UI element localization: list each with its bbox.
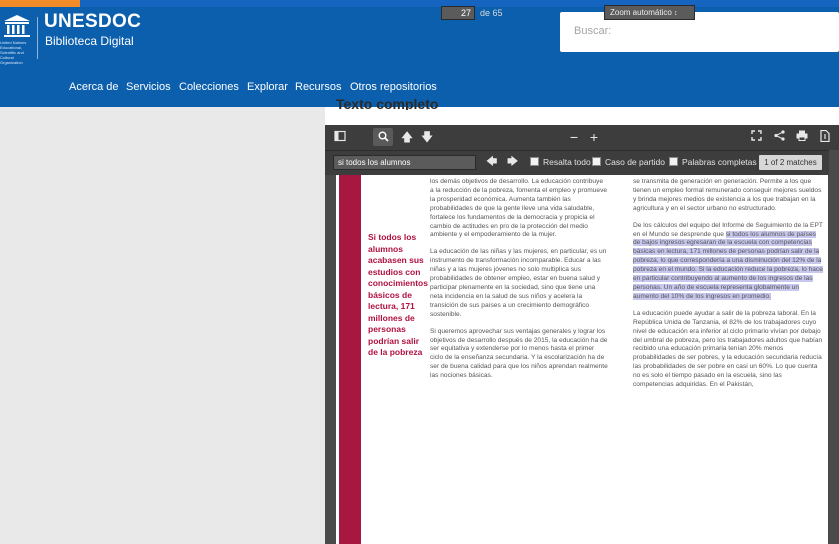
accent-bar — [0, 0, 80, 7]
search-placeholder: Buscar: — [574, 25, 612, 37]
nav-item-acerca[interactable]: Acerca de — [69, 81, 119, 93]
find-input[interactable]: si todos los alumnos — [333, 155, 476, 170]
share-icon[interactable] — [772, 130, 786, 144]
match-case-label: Caso de partido — [605, 157, 666, 167]
page-count: de 65 — [480, 8, 503, 18]
search-input[interactable]: Buscar: — [560, 12, 839, 52]
unesco-temple-icon — [4, 15, 30, 37]
page-color-stripe-lower — [339, 175, 361, 544]
brand-title[interactable]: UNESDOC — [44, 11, 141, 33]
download-icon[interactable] — [818, 129, 832, 144]
plus-icon[interactable]: + — [587, 130, 601, 144]
pull-quote: Si todos los alumnos acabasen sus estudi… — [368, 232, 428, 357]
search-icon[interactable] — [373, 128, 393, 146]
paragraph: La educación de las niñas y las mujeres,… — [430, 248, 607, 318]
highlight-all-label: Resalta todo — [543, 157, 591, 167]
left-panel — [0, 107, 325, 544]
nav-item-colecciones[interactable]: Colecciones — [179, 81, 239, 93]
brand-subtitle: Biblioteca Digital — [45, 34, 134, 48]
pdf-toolbar: 🡅 🡇 − + — [325, 125, 839, 150]
find-match-count: 1 of 2 matches — [759, 155, 822, 170]
text-column-2: se transmita de generación en generación… — [633, 178, 823, 398]
page-number-input[interactable]: 27 — [441, 6, 475, 20]
arrow-up-icon[interactable]: 🡅 — [400, 130, 414, 144]
paragraph: se transmita de generación en generación… — [633, 178, 822, 212]
match-case-checkbox[interactable] — [592, 157, 601, 166]
print-icon[interactable] — [795, 130, 809, 144]
whole-words-label: Palabras completas — [682, 157, 757, 167]
section-title: Texto completo — [336, 96, 439, 110]
unesco-logo[interactable]: United Nations Educational, Scientific a… — [0, 14, 34, 65]
find-prev-icon[interactable]: 🡄 — [486, 156, 497, 168]
highlight-all-checkbox[interactable] — [530, 157, 539, 166]
paragraph: Si queremos aprovechar sus ventajas gene… — [430, 327, 608, 380]
nav-item-explorar[interactable]: Explorar — [247, 81, 288, 93]
search-match-highlight: si todos los alumnos de países de bajos … — [633, 230, 823, 300]
nav-item-servicios[interactable]: Servicios — [126, 81, 171, 93]
minus-icon[interactable]: − — [567, 130, 581, 144]
arrow-down-icon[interactable]: 🡇 — [420, 130, 434, 144]
sidebar-toggle-icon[interactable] — [333, 130, 347, 144]
nav-item-recursos[interactable]: Recursos — [295, 81, 341, 93]
fullscreen-icon[interactable] — [749, 130, 763, 144]
chevron-down-icon: ↕ — [674, 10, 678, 17]
logo-divider — [37, 17, 38, 59]
paragraph: los demás objetivos de desarrollo. La ed… — [430, 178, 608, 239]
paragraph-highlighted: De los cálculos del equipo del Informe d… — [633, 222, 823, 302]
whole-words-checkbox[interactable] — [669, 157, 678, 166]
nav-item-otros-repositorios[interactable]: Otros repositorios — [350, 81, 437, 93]
zoom-select[interactable]: Zoom automático ↕ — [604, 5, 695, 20]
find-next-icon[interactable]: 🡆 — [507, 156, 518, 168]
logo-caption: United Nations Educational, Scientific a… — [0, 40, 27, 65]
top-strip — [0, 0, 839, 7]
paragraph: La educación puede ayudar a salir de la … — [633, 309, 823, 389]
zoom-value: Zoom automático — [610, 8, 672, 17]
text-column-1: los demás objetivos de desarrollo. La ed… — [430, 178, 608, 389]
